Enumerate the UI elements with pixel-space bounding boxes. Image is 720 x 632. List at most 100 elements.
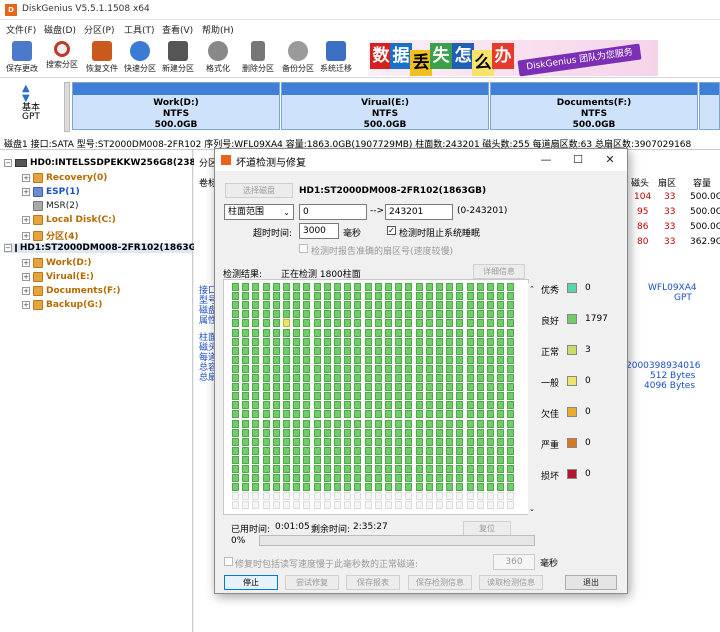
minimize-icon[interactable]: — [537,152,555,168]
sector-cell[interactable] [364,346,372,355]
sector-cell[interactable] [323,383,331,392]
sector-cell[interactable] [497,474,505,483]
sector-cell[interactable] [272,501,280,510]
sector-cell[interactable] [344,419,352,428]
sector-cell[interactable] [323,401,331,410]
sector-cell[interactable] [466,465,474,473]
sector-cell[interactable] [232,355,239,364]
sector-cell[interactable] [476,410,484,419]
sector-cell[interactable] [354,337,362,346]
sector-cell[interactable] [425,319,433,328]
sector-cell[interactable] [497,437,505,446]
sector-cell[interactable] [252,301,260,310]
sector-cell[interactable] [456,346,464,355]
sector-cell[interactable] [313,346,321,355]
sector-cell[interactable] [354,328,362,337]
sector-cell[interactable] [507,292,515,301]
sector-cell[interactable] [436,401,443,410]
sector-cell[interactable] [262,328,270,337]
sector-cell[interactable] [466,501,474,510]
sector-cell[interactable] [487,483,494,492]
sector-cell[interactable] [446,355,454,364]
sector-cell[interactable] [415,392,423,401]
sector-cell[interactable] [395,401,403,410]
sector-cell[interactable] [323,319,331,328]
sector-cell[interactable] [293,383,301,392]
sector-cell[interactable] [446,374,454,382]
sector-cell[interactable] [436,410,443,419]
sector-cell[interactable] [507,437,515,446]
sector-cell[interactable] [323,374,331,382]
sector-cell[interactable] [425,328,433,337]
sector-cell[interactable] [334,383,341,392]
sector-cell[interactable] [232,419,239,428]
report-sector-checkbox[interactable] [299,244,308,253]
sector-cell[interactable] [405,319,413,328]
sector-cell[interactable] [425,483,433,492]
sector-cell[interactable] [293,319,301,328]
sector-cell[interactable] [344,355,352,364]
sector-cell[interactable] [385,492,392,501]
sector-cell[interactable] [497,292,505,301]
sector-cell[interactable] [313,437,321,446]
sector-cell[interactable] [252,483,260,492]
sector-cell[interactable] [334,419,341,428]
sector-cell[interactable] [252,283,260,291]
sector-cell[interactable] [487,455,494,464]
sector-cell[interactable] [303,374,311,382]
delete-partition-button[interactable]: 删除分区 [236,39,280,77]
sector-cell[interactable] [262,283,270,291]
sector-cell[interactable] [272,392,280,401]
sector-cell[interactable] [344,292,352,301]
sector-cell[interactable] [303,301,311,310]
sector-cell[interactable] [242,355,250,364]
sector-cell[interactable] [354,474,362,483]
sector-cell[interactable] [436,455,443,464]
sector-cell[interactable] [283,301,290,310]
sector-cell[interactable] [446,337,454,346]
sector-cell[interactable] [507,355,515,364]
sector-cell[interactable] [364,364,372,373]
sector-cell[interactable] [446,392,454,401]
sector-cell[interactable] [476,501,484,510]
sector-cell[interactable] [334,392,341,401]
sector-cell[interactable] [232,455,239,464]
sector-cell[interactable] [385,310,392,319]
sector-cell[interactable] [405,410,413,419]
sector-cell[interactable] [436,346,443,355]
format-button[interactable]: 格式化 [196,39,240,77]
sector-cell[interactable] [385,364,392,373]
sector-cell[interactable] [374,455,382,464]
sector-cell[interactable] [415,419,423,428]
sector-cell[interactable] [456,283,464,291]
sector-cell[interactable] [466,483,474,492]
tree-node-recovery[interactable]: + Recovery(0) [22,173,107,183]
tree-node-backup-g[interactable]: + Backup(G:) [22,300,102,310]
sector-cell[interactable] [242,401,250,410]
sector-cell[interactable] [446,328,454,337]
sector-cell[interactable] [487,374,494,382]
sector-cell[interactable] [385,383,392,392]
sector-cell[interactable] [283,374,290,382]
tree-node-local-disk-c[interactable]: + Local Disk(C:) [22,215,116,225]
sector-cell[interactable] [334,492,341,501]
sector-cell[interactable] [374,401,382,410]
sector-cell[interactable] [436,355,443,364]
sector-cell[interactable] [293,419,301,428]
sector-cell[interactable] [242,428,250,437]
sector-cell[interactable] [507,301,515,310]
sector-cell[interactable] [415,410,423,419]
sector-cell[interactable] [323,483,331,492]
sector-cell[interactable] [283,346,290,355]
sector-cell[interactable] [385,401,392,410]
sector-cell[interactable] [323,437,331,446]
sector-cell[interactable] [303,355,311,364]
menu-tools[interactable]: 工具(T) [124,23,155,36]
sector-cell[interactable] [425,455,433,464]
sector-cell[interactable] [252,337,260,346]
sector-cell[interactable] [456,355,464,364]
sector-cell[interactable] [354,346,362,355]
sector-cell[interactable] [283,401,290,410]
sector-cell[interactable] [323,292,331,301]
partition-block-e[interactable]: Virual(E:) NTFS 500.0GB [281,82,489,130]
